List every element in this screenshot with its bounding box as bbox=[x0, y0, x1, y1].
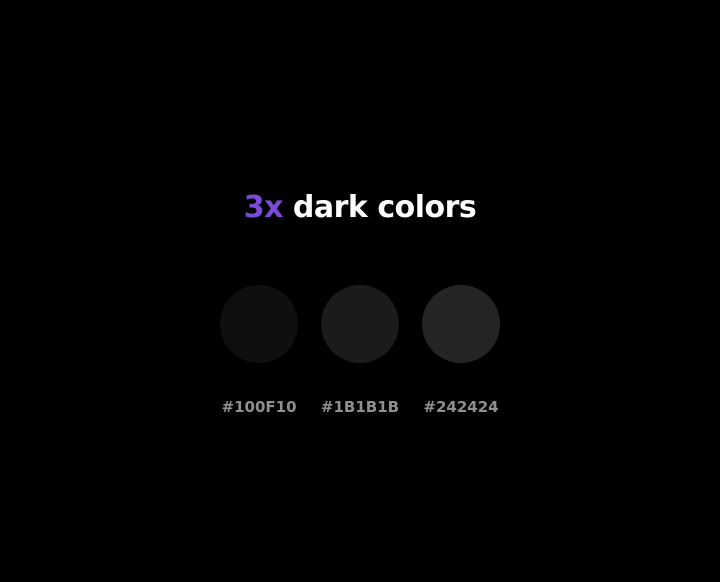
color-swatch-2 bbox=[321, 285, 399, 363]
headline-text: dark colors bbox=[292, 190, 477, 225]
color-code-3: #242424 bbox=[423, 398, 499, 416]
headline: 3x dark colors bbox=[0, 188, 720, 228]
slide-canvas: 3x dark colors #100F10 #1B1B1B #242424 bbox=[0, 0, 720, 582]
headline-accent: 3x bbox=[243, 190, 284, 225]
color-swatch-3 bbox=[422, 285, 500, 363]
color-swatch-1 bbox=[220, 285, 298, 363]
